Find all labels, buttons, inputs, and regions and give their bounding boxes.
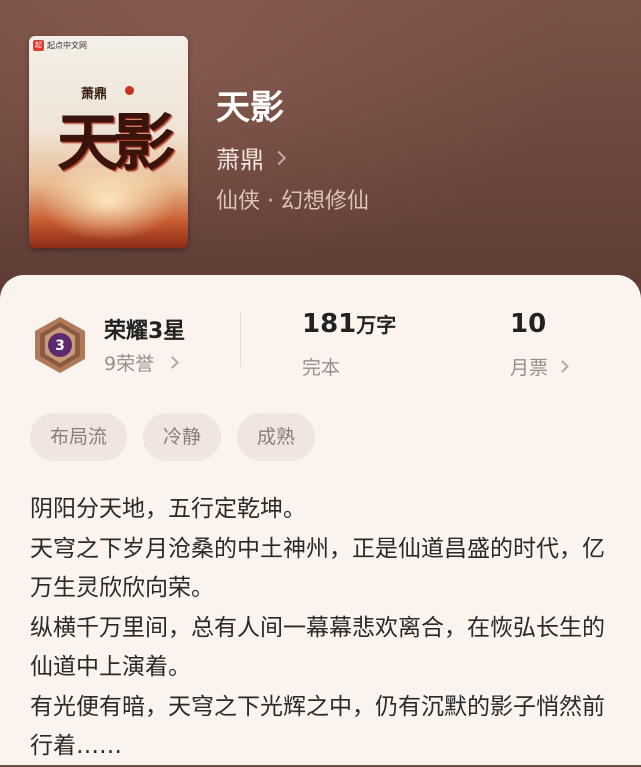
stats-divider [240, 311, 241, 367]
description-line: 阴阳分天地，五行定乾坤。 [30, 496, 306, 522]
description-line: 有光便有暗，天穹之下光辉之中，仍有沉默的影子悄然前行着…… [30, 693, 605, 760]
rank-title: 荣耀3星 [104, 319, 186, 344]
monthly-votes-value: 10 [510, 309, 547, 339]
badge-number: 3 [55, 338, 65, 354]
book-status: 完本 [302, 357, 341, 379]
cover-flare [29, 168, 188, 248]
monthly-votes-label: 月票 [510, 357, 549, 379]
rank-badge-icon[interactable]: 3 [30, 315, 90, 375]
chevron-right-icon [556, 360, 569, 373]
qidian-logo-icon: 起 [33, 40, 44, 51]
description-line: 天穹之下岁月沧桑的中土神州，正是仙道昌盛的时代，亿万生灵欣欣向荣。 [30, 535, 605, 602]
tag-chip[interactable]: 冷静 [143, 413, 222, 461]
book-title: 天影 [216, 88, 284, 128]
book-cover[interactable]: 起 起点中文网 萧鼎 天影 [29, 36, 188, 248]
description-line: 纵横千万里间，总有人间一幕幕悲欢离合，在恢弘长生的仙道中上演着。 [30, 614, 605, 681]
publisher-logo: 起 起点中文网 [33, 40, 87, 51]
seal-icon [125, 86, 134, 95]
monthly-votes-link[interactable]: 月票 [510, 353, 569, 380]
author-link[interactable]: 萧鼎 [216, 140, 287, 175]
chevron-right-icon [166, 356, 179, 369]
word-count: 181万字 [302, 309, 396, 339]
chevron-right-icon [271, 150, 287, 165]
author-name: 萧鼎 [216, 146, 264, 174]
word-count-value: 181 [302, 309, 357, 339]
cover-title: 天影 [57, 106, 175, 179]
word-count-unit: 万字 [356, 313, 397, 337]
cover-author: 萧鼎 [81, 87, 108, 102]
book-genre: 仙侠 · 幻想修仙 [216, 189, 369, 214]
tag-chip[interactable]: 成熟 [237, 413, 316, 461]
honors-link[interactable]: 9荣誉 [104, 349, 179, 376]
tag-list: 布局流 冷静 成熟 [30, 413, 316, 461]
honors-count: 9荣誉 [104, 353, 155, 375]
publisher-name: 起点中文网 [47, 41, 87, 50]
book-description[interactable]: 阴阳分天地，五行定乾坤。 天穹之下岁月沧桑的中土神州，正是仙道昌盛的时代，亿万生… [30, 490, 615, 767]
tag-chip[interactable]: 布局流 [30, 413, 128, 461]
